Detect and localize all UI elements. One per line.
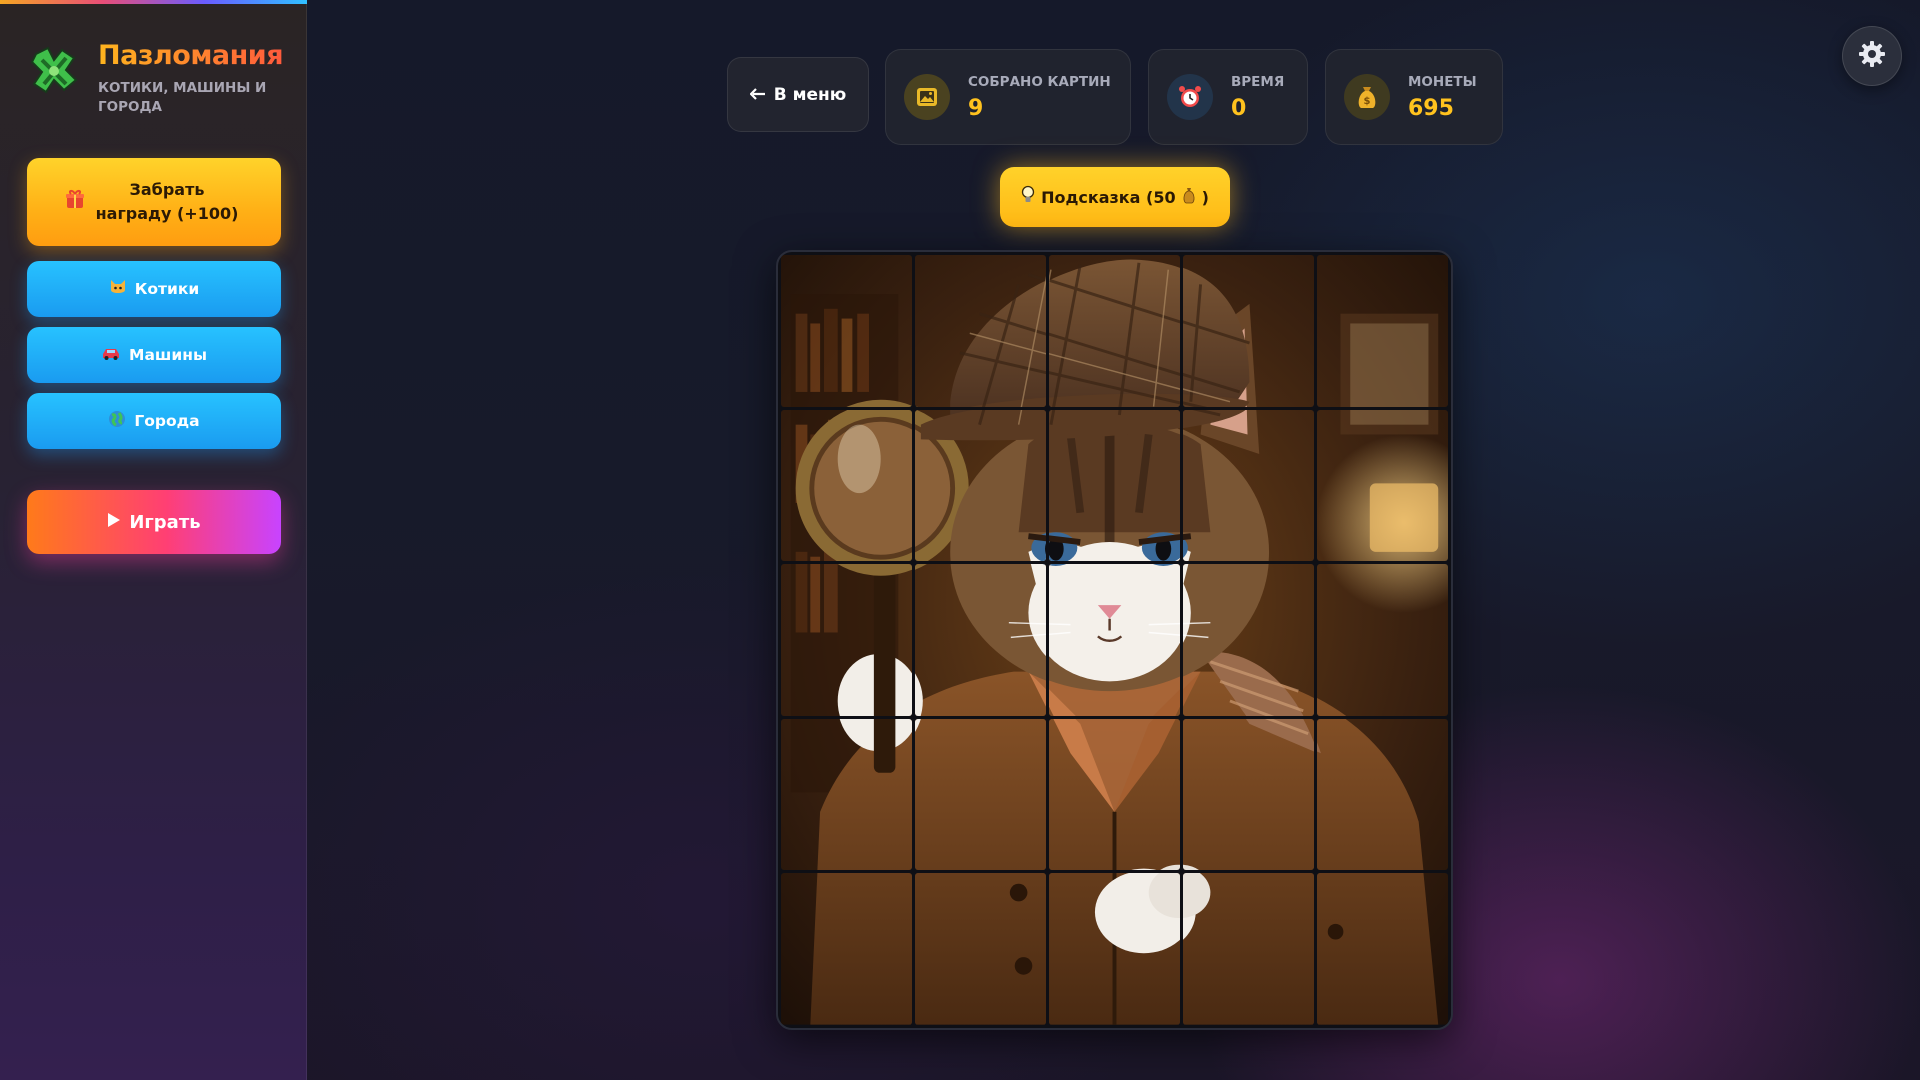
stat-time: Время 0	[1148, 49, 1308, 145]
puzzle-tile[interactable]	[915, 873, 1046, 1025]
puzzle-tile[interactable]	[781, 719, 912, 871]
gear-icon	[1857, 39, 1887, 73]
puzzle-tile[interactable]	[1183, 873, 1314, 1025]
category-cats-label: Котики	[134, 280, 200, 298]
svg-text:$: $	[1364, 96, 1371, 107]
puzzle-tile[interactable]	[915, 564, 1046, 716]
claim-reward-button[interactable]: Забрать награду (+100)	[27, 158, 281, 246]
play-button[interactable]: Играть	[27, 490, 281, 554]
puzzle-board	[776, 250, 1453, 1030]
stat-coins-label: Монеты	[1408, 73, 1477, 90]
claim-reward-label: Забрать награду (+100)	[95, 180, 239, 223]
stat-collected-value: 9	[968, 95, 984, 121]
category-cars-label: Машины	[129, 346, 207, 364]
puzzle-tile[interactable]	[1049, 564, 1180, 716]
puzzle-grid	[781, 255, 1448, 1025]
stat-time-value: 0	[1231, 95, 1247, 121]
puzzle-tile[interactable]	[1183, 410, 1314, 562]
arrow-left-icon	[749, 85, 766, 105]
category-cats-button[interactable]: Котики	[27, 261, 281, 317]
puzzle-tile[interactable]	[915, 719, 1046, 871]
puzzle-tile[interactable]	[915, 410, 1046, 562]
back-to-menu-label: В меню	[773, 84, 847, 105]
brand: Пазломания Котики, машины и города	[28, 40, 284, 117]
cat-face-icon	[109, 278, 127, 300]
puzzle-tile[interactable]	[1317, 564, 1448, 716]
coin-bag-icon	[1182, 186, 1196, 208]
hint-label-end: )	[1201, 187, 1209, 207]
play-label: Играть	[129, 511, 201, 533]
stat-time-label: Время	[1231, 73, 1285, 90]
puzzle-tile[interactable]	[1183, 255, 1314, 407]
stat-coins: $ Монеты 695	[1325, 49, 1503, 145]
lightbulb-icon	[1021, 185, 1035, 209]
puzzle-tile[interactable]	[1049, 873, 1180, 1025]
puzzle-tile[interactable]	[781, 255, 912, 407]
sidebar: Пазломания Котики, машины и города Забра…	[0, 0, 307, 1080]
money-bag-icon: $	[1344, 74, 1390, 120]
app-subtitle: Котики, машины и города	[98, 80, 267, 115]
category-cars-button[interactable]: Машины	[27, 327, 281, 383]
puzzle-tile[interactable]	[1317, 719, 1448, 871]
sidebar-accent-line	[0, 0, 307, 4]
puzzle-tile[interactable]	[1183, 719, 1314, 871]
back-to-menu-button[interactable]: В меню	[727, 57, 869, 132]
puzzle-tile[interactable]	[781, 873, 912, 1025]
puzzle-tile[interactable]	[781, 564, 912, 716]
puzzle-tile[interactable]	[1183, 564, 1314, 716]
hint-button[interactable]: Подсказка (50 )	[1000, 167, 1230, 227]
gift-icon	[66, 189, 84, 216]
puzzle-tile[interactable]	[1049, 410, 1180, 562]
hint-label: Подсказка (50	[1041, 187, 1176, 207]
puzzle-logo-icon	[30, 46, 78, 94]
app-title: Пазломания	[98, 40, 284, 71]
puzzle-tile[interactable]	[1317, 410, 1448, 562]
picture-icon	[904, 74, 950, 120]
category-cities-label: Города	[134, 412, 200, 430]
stat-collected-pictures: Собрано картин 9	[885, 49, 1131, 145]
category-cities-button[interactable]: Города	[27, 393, 281, 449]
alarm-clock-icon	[1167, 74, 1213, 120]
puzzle-tile[interactable]	[1317, 873, 1448, 1025]
stat-collected-label: Собрано картин	[968, 73, 1111, 90]
stat-coins-value: 695	[1408, 95, 1454, 121]
puzzle-tile[interactable]	[1317, 255, 1448, 407]
car-icon	[101, 346, 121, 364]
globe-icon	[108, 410, 126, 432]
play-icon	[107, 512, 121, 533]
settings-button[interactable]	[1842, 26, 1902, 86]
puzzle-tile[interactable]	[1049, 719, 1180, 871]
puzzle-tile[interactable]	[915, 255, 1046, 407]
puzzle-tile[interactable]	[1049, 255, 1180, 407]
puzzle-tile[interactable]	[781, 410, 912, 562]
